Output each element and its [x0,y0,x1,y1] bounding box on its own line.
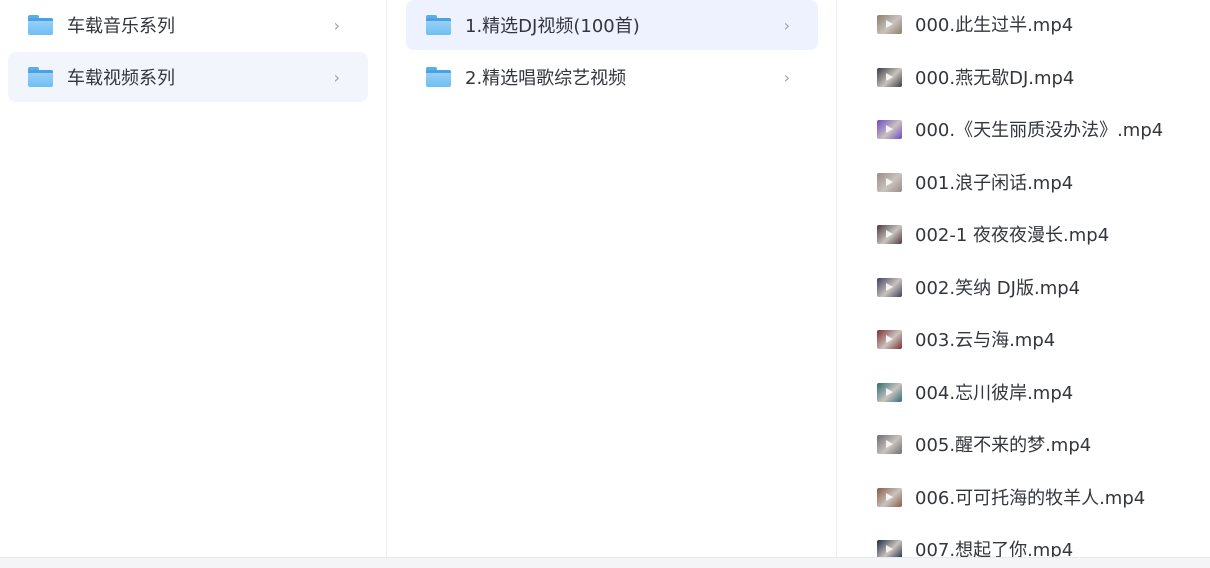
video-thumbnail-icon [877,434,902,454]
folder-label: 1.精选DJ视频(100首) [465,16,640,37]
file-row[interactable]: 007.想起了你.mp4 [877,534,1073,557]
folder-label: 2.精选唱歌综艺视频 [465,68,627,89]
video-thumbnail-icon [877,172,902,192]
video-thumbnail-icon [877,382,902,402]
folder-label: 车载视频系列 [67,68,175,89]
file-row[interactable]: 001.浪子闲话.mp4 [877,167,1073,197]
video-thumbnail-icon [877,329,902,349]
file-row[interactable]: 002.笑纳 DJ版.mp4 [877,272,1080,302]
file-name: 000.此生过半.mp4 [915,15,1074,36]
folder-icon [426,67,451,87]
file-row[interactable]: 000.此生过半.mp4 [877,9,1073,39]
folder-car-video[interactable]: 车载视频系列 › [8,52,368,102]
file-name: 001.浪子闲话.mp4 [915,173,1074,194]
chevron-right-icon: › [783,16,790,35]
bottom-status-strip [0,557,1210,568]
file-name: 003.云与海.mp4 [915,330,1056,351]
file-row[interactable]: 002-1 夜夜夜漫长.mp4 [877,219,1109,249]
file-name: 005.醒不来的梦.mp4 [915,435,1092,456]
file-row[interactable]: 000.燕无歇DJ.mp4 [877,62,1074,92]
file-name: 000.《天生丽质没办法》.mp4 [915,120,1164,141]
folder-icon [28,67,53,87]
column-root-folders: 车载音乐系列 › 车载视频系列 › [0,0,386,557]
file-row[interactable]: 006.可可托海的牧羊人.mp4 [877,482,1145,512]
chevron-right-icon: › [333,68,340,87]
file-row[interactable]: 000.《天生丽质没办法》.mp4 [877,114,1163,144]
folder-car-music[interactable]: 车载音乐系列 › [8,0,368,50]
file-name: 002.笑纳 DJ版.mp4 [915,278,1081,299]
file-name: 000.燕无歇DJ.mp4 [915,68,1075,89]
video-thumbnail-icon [877,67,902,87]
video-thumbnail-icon [877,487,902,507]
column-browser: 车载音乐系列 › 车载视频系列 › 1.精选DJ视频(100首) › 2.精选唱… [0,0,1210,557]
file-row[interactable]: 004.忘川彼岸.mp4 [877,377,1073,407]
video-thumbnail-icon [877,14,902,34]
file-row[interactable]: 003.云与海.mp4 [877,324,1055,354]
column-video-folders: 1.精选DJ视频(100首) › 2.精选唱歌综艺视频 › [387,0,836,557]
file-row[interactable]: 005.醒不来的梦.mp4 [877,429,1091,459]
file-name: 004.忘川彼岸.mp4 [915,383,1074,404]
file-name: 007.想起了你.mp4 [915,540,1074,557]
file-name: 002-1 夜夜夜漫长.mp4 [915,225,1110,246]
video-thumbnail-icon [877,224,902,244]
folder-singing-variety[interactable]: 2.精选唱歌综艺视频 › [406,52,818,102]
column-video-files: 000.此生过半.mp4 000.燕无歇DJ.mp4 000.《天生丽质没办法》… [837,0,1210,557]
video-thumbnail-icon [877,277,902,297]
folder-label: 车载音乐系列 [67,16,175,37]
folder-dj-videos[interactable]: 1.精选DJ视频(100首) › [406,0,818,50]
folder-icon [28,15,53,35]
chevron-right-icon: › [783,68,790,87]
folder-icon [426,15,451,35]
file-name: 006.可可托海的牧羊人.mp4 [915,488,1146,509]
video-thumbnail-icon [877,539,902,557]
video-thumbnail-icon [877,119,902,139]
chevron-right-icon: › [333,16,340,35]
